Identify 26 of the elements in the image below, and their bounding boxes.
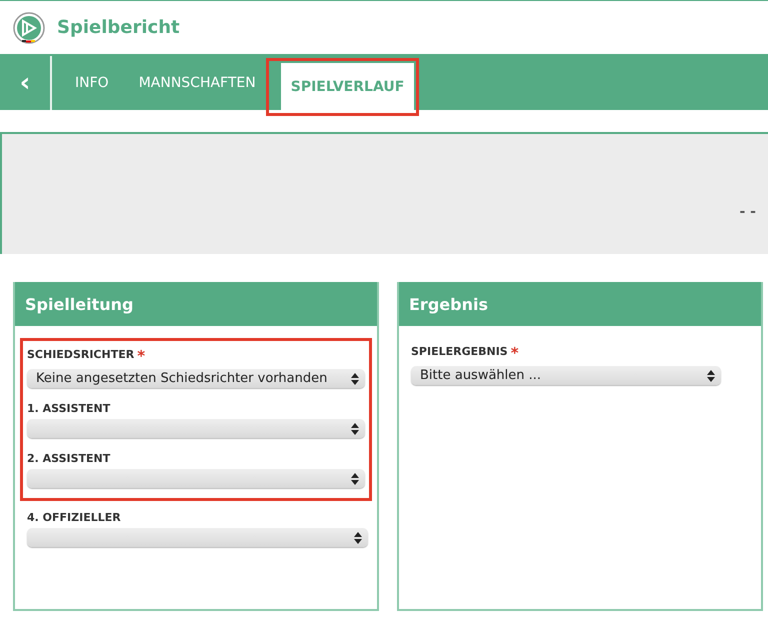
sort-arrows-icon <box>351 472 359 484</box>
field-label: 1. ASSISTENT <box>27 402 110 415</box>
select-field[interactable]: Keine angesetzten Schiedsrichter vorhanden <box>27 369 365 388</box>
tab[interactable]: INFO <box>60 56 124 110</box>
sort-arrows-icon <box>351 422 359 434</box>
logo-icon <box>13 12 45 44</box>
back-button[interactable]: ‹ <box>0 56 52 110</box>
select-field[interactable] <box>27 469 365 488</box>
field-label: 4. OFFIZIELLER <box>27 511 121 524</box>
sort-arrows-icon <box>351 372 359 384</box>
page-title: Spielbericht <box>57 17 180 38</box>
panel-title: Ergebnis <box>399 282 761 326</box>
tab[interactable]: MANNSCHAFTEN <box>124 56 271 110</box>
select-field[interactable] <box>27 419 365 438</box>
field-label: SCHIEDSRICHTER <box>27 348 134 361</box>
sort-arrows-icon <box>707 370 715 382</box>
required-mark: * <box>137 347 146 365</box>
select-field[interactable]: Bitte auswählen ... <box>411 366 721 385</box>
select-field[interactable] <box>27 528 368 547</box>
field-label: SPIELERGEBNIS <box>411 345 508 358</box>
field-label: 2. ASSISTENT <box>27 452 110 465</box>
sort-arrows-icon <box>354 532 362 544</box>
required-mark: * <box>510 344 519 362</box>
tab[interactable]: SPIELVERLAUF <box>280 63 414 110</box>
score-text: - - <box>740 204 756 220</box>
panel-title: Spielleitung <box>15 282 377 326</box>
